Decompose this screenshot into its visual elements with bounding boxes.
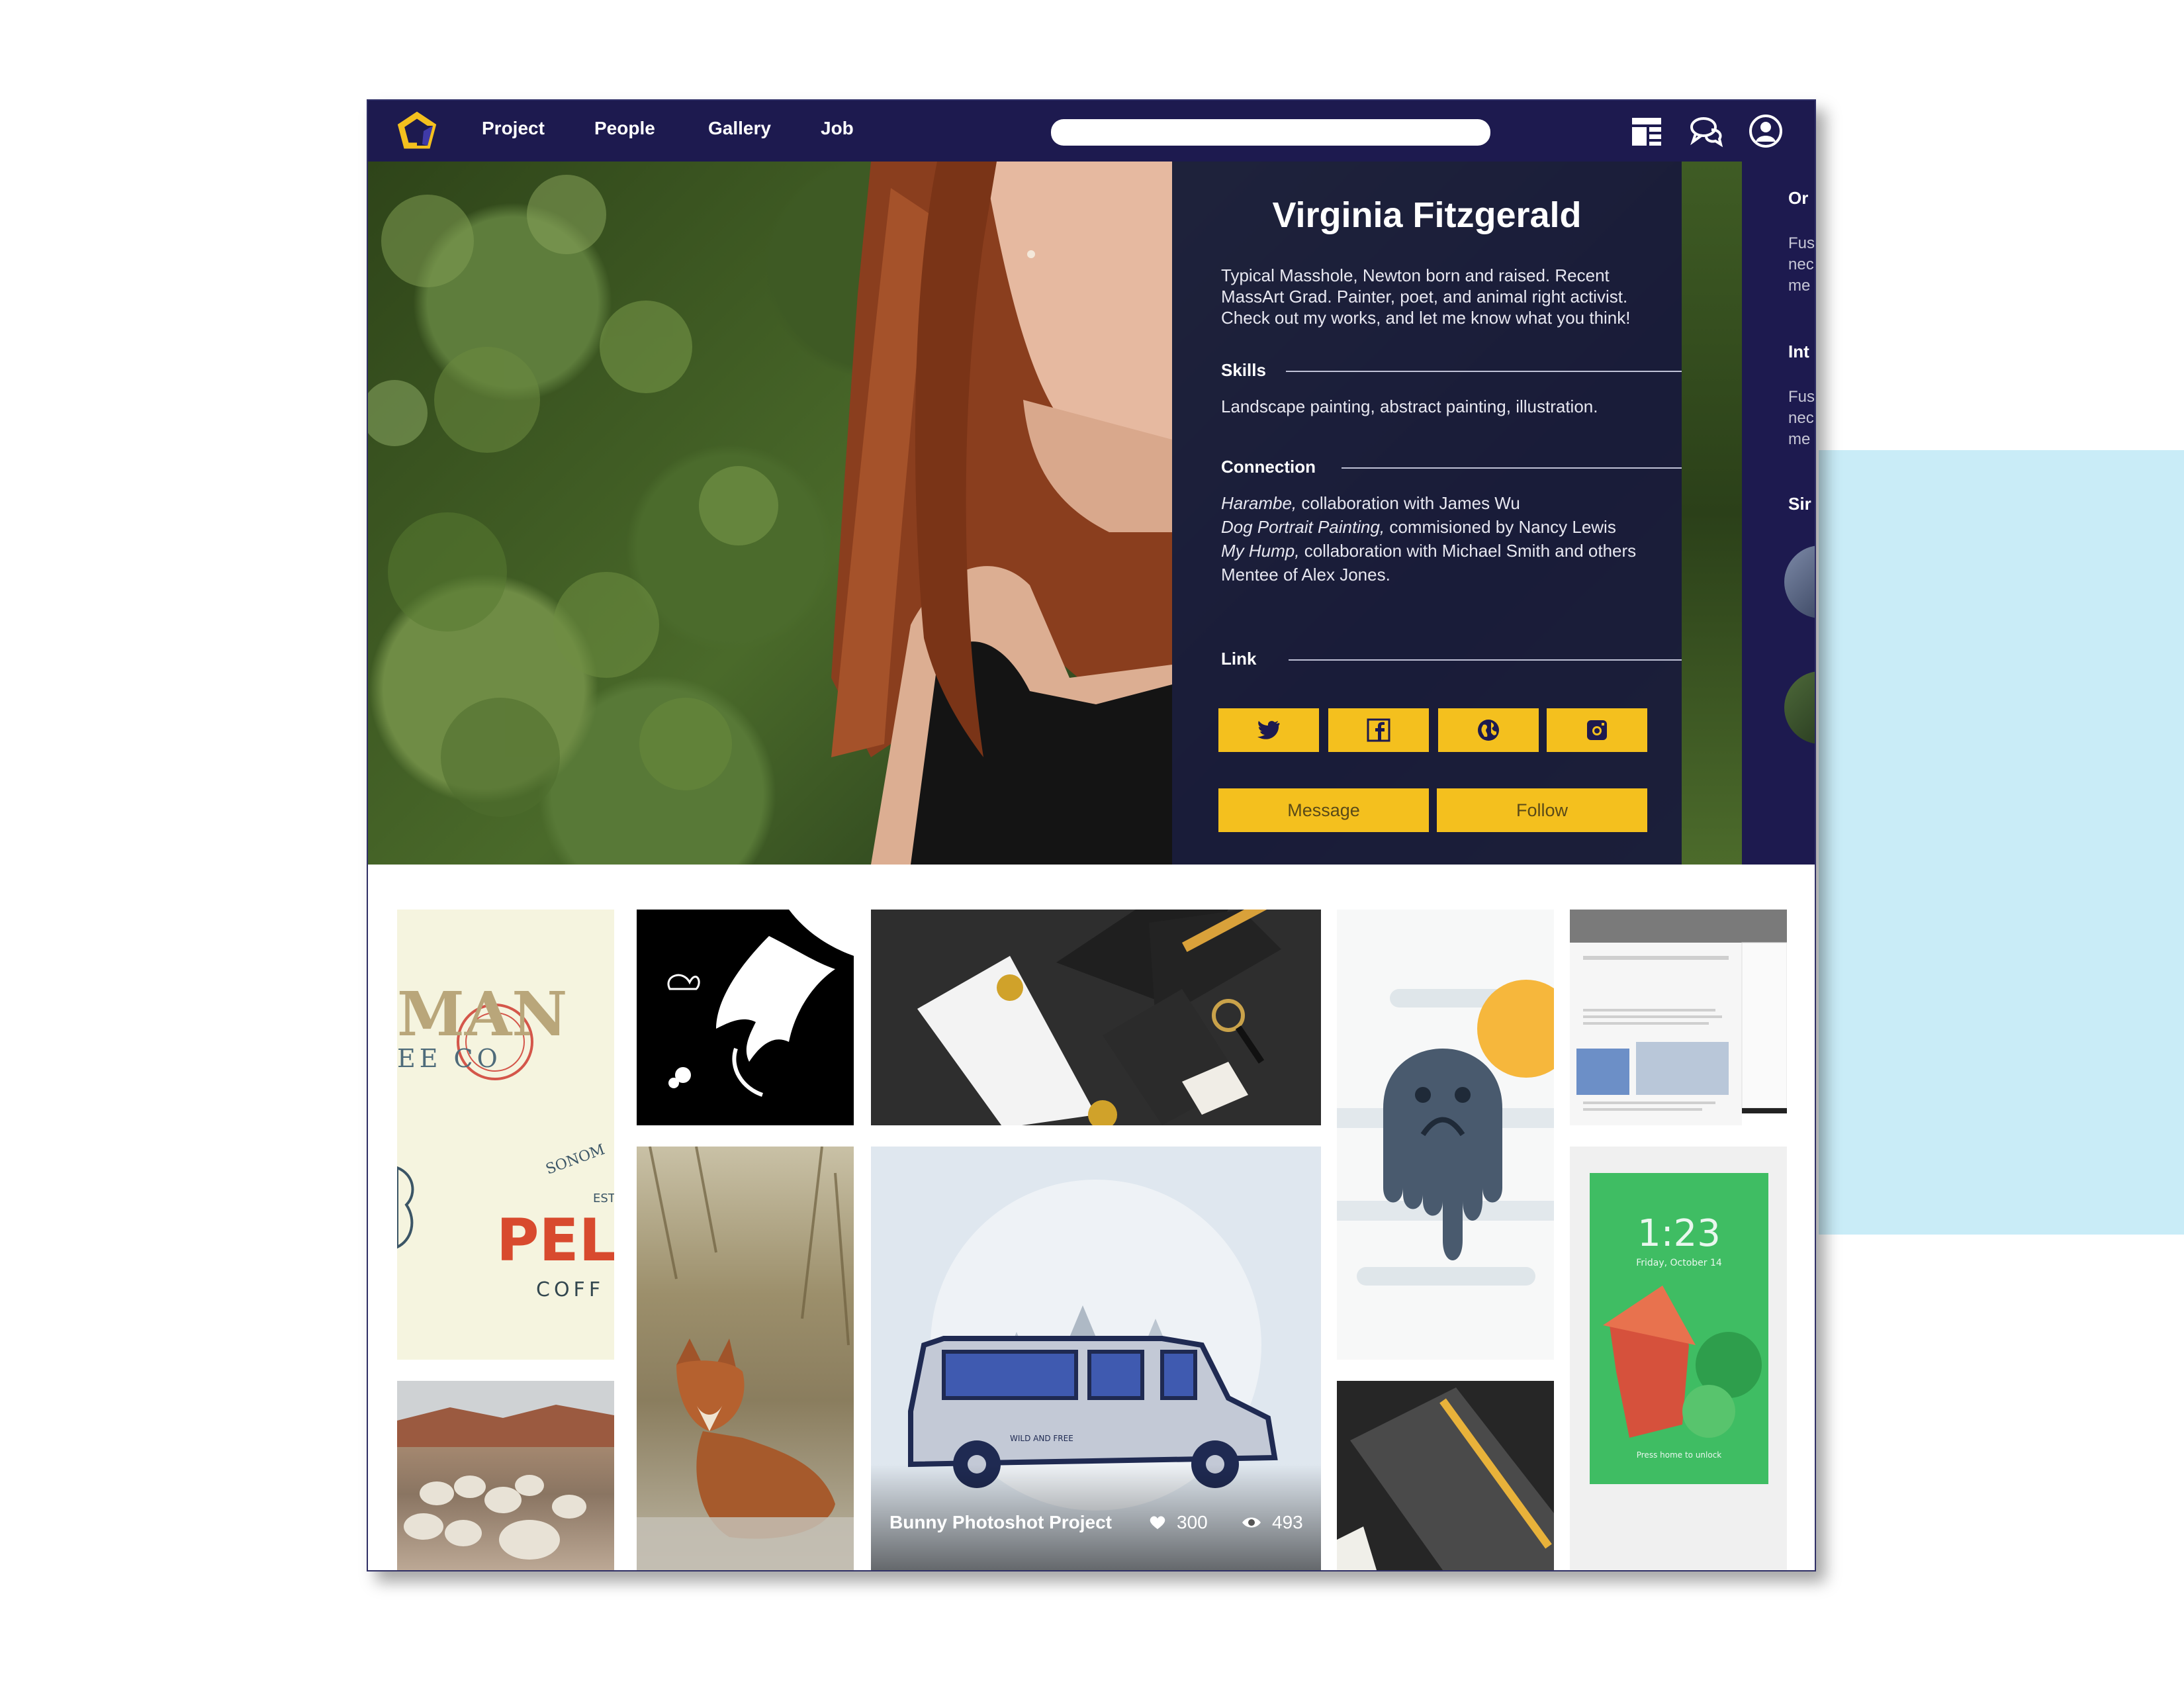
profile-bio: Typical Masshole, Newton born and raised… xyxy=(1221,265,1631,328)
nav-people[interactable]: People xyxy=(594,118,655,139)
phone-time: 1:23 xyxy=(1637,1212,1721,1255)
profile-info-panel: Virginia Fitzgerald Typical Masshole, Ne… xyxy=(1172,162,1682,865)
brand-main-text: PEL xyxy=(496,1206,614,1274)
notebook-mockup xyxy=(1337,1387,1554,1570)
brand-coffee-text: COFF xyxy=(536,1278,604,1301)
twitter-button[interactable] xyxy=(1218,708,1319,752)
nav-project[interactable]: Project xyxy=(482,118,545,139)
side-text: Fus nec me xyxy=(1788,388,1815,448)
likes-count: 300 xyxy=(1177,1512,1208,1532)
side-heading: Or xyxy=(1788,188,1809,208)
nav-gallery[interactable]: Gallery xyxy=(708,118,771,139)
hero-background-strip xyxy=(1682,162,1742,865)
connection-item[interactable]: My Hump, collaboration with Michael Smit… xyxy=(1221,539,1636,563)
website-mockup xyxy=(1570,910,1787,1125)
facebook-icon xyxy=(1367,718,1390,742)
gallery-tile-coffee-branding[interactable]: MAN EE CO SONOM EST PEL COFF xyxy=(397,910,614,1360)
skills-text: Landscape painting, abstract painting, i… xyxy=(1221,397,1598,416)
ghost-illustration xyxy=(1337,980,1554,1286)
chat-icon[interactable] xyxy=(1688,113,1725,150)
coffee-branding-artwork: MAN EE CO SONOM EST PEL COFF xyxy=(397,978,614,1301)
logo-icon[interactable] xyxy=(397,111,437,151)
brand-est-text: EST xyxy=(593,1192,614,1205)
side-heading: Sir xyxy=(1788,494,1811,514)
connection-list: Harambe, collaboration with James Wu Dog… xyxy=(1221,491,1636,586)
instagram-icon xyxy=(1587,720,1607,740)
secondary-side-panel: Or Fus nec me Int Fus nec me Sir xyxy=(1742,162,1815,865)
gallery-tile-ghost[interactable] xyxy=(1337,910,1554,1360)
gallery-tile-stationery[interactable] xyxy=(871,910,1321,1125)
background-accent-panel xyxy=(1819,450,2184,1235)
gallery-tile-ink-illustration[interactable] xyxy=(637,910,854,1125)
link-divider xyxy=(1289,659,1682,661)
layout-icon[interactable] xyxy=(1628,113,1665,150)
connection-item[interactable]: Dog Portrait Painting, commisioned by Na… xyxy=(1221,515,1636,539)
profile-hero: Virginia Fitzgerald Typical Masshole, Ne… xyxy=(368,162,1815,865)
instagram-button[interactable] xyxy=(1547,708,1647,752)
top-navbar: Project People Gallery Job xyxy=(368,101,1815,162)
gallery-tile-fox[interactable] xyxy=(637,1147,854,1570)
connection-divider xyxy=(1342,467,1682,469)
brand-sub-text: EE CO xyxy=(397,1044,502,1073)
views-count: 493 xyxy=(1272,1512,1303,1532)
skills-divider xyxy=(1286,371,1682,372)
gallery-tile-sheep[interactable] xyxy=(397,1381,614,1570)
eye-icon xyxy=(1242,1517,1261,1528)
fox-photo xyxy=(637,1147,854,1570)
connection-item[interactable]: Mentee of Alex Jones. xyxy=(1221,563,1636,586)
connection-heading: Connection xyxy=(1221,457,1316,477)
profile-photo xyxy=(368,162,1172,865)
featured-project-title[interactable]: Bunny Photoshot Project xyxy=(889,1512,1112,1533)
phone-mockup: 1:23 Friday, October 14 Press home to un… xyxy=(1570,1147,1787,1570)
ink-illustration-artwork xyxy=(667,910,854,1097)
gallery-tile-phone[interactable]: 1:23 Friday, October 14 Press home to un… xyxy=(1570,1147,1787,1570)
search-input[interactable] xyxy=(1051,119,1490,146)
phone-date: Friday, October 14 xyxy=(1636,1258,1722,1268)
profile-name: Virginia Fitzgerald xyxy=(1272,195,1582,235)
gallery-tile-notebook[interactable] xyxy=(1337,1381,1554,1570)
facebook-button[interactable] xyxy=(1328,708,1429,752)
brand-script-text: SONOM xyxy=(544,1141,608,1178)
follow-button[interactable]: Follow xyxy=(1437,788,1647,832)
brand-top-text: MAN xyxy=(397,978,567,1050)
skills-heading: Skills xyxy=(1221,360,1266,380)
side-avatar[interactable] xyxy=(1784,671,1815,744)
sheep-photo xyxy=(397,1381,614,1560)
twitter-icon xyxy=(1257,721,1280,739)
globe-icon xyxy=(1478,720,1499,741)
side-heading: Int xyxy=(1788,342,1809,361)
gallery-tile-featured-project[interactable]: WILD AND FREE Bunny Photoshot Project 30… xyxy=(871,1147,1321,1570)
phone-unlock-text: Press home to unlock xyxy=(1637,1450,1722,1460)
side-avatar[interactable] xyxy=(1784,545,1815,618)
heart-icon[interactable] xyxy=(1149,1515,1166,1530)
stationery-mockup xyxy=(917,910,1281,1125)
nav-job[interactable]: Job xyxy=(821,118,854,139)
link-heading: Link xyxy=(1221,649,1257,669)
connection-item[interactable]: Harambe, collaboration with James Wu xyxy=(1221,491,1636,515)
message-button[interactable]: Message xyxy=(1218,788,1429,832)
website-button[interactable] xyxy=(1438,708,1539,752)
user-account-icon[interactable] xyxy=(1747,113,1784,150)
van-text: WILD AND FREE xyxy=(1010,1434,1073,1443)
side-text: Fus nec me xyxy=(1788,234,1815,295)
app-window: Project People Gallery Job Virginia Fitz… xyxy=(367,99,1816,1571)
gallery-tile-web-mockup[interactable] xyxy=(1570,910,1787,1125)
